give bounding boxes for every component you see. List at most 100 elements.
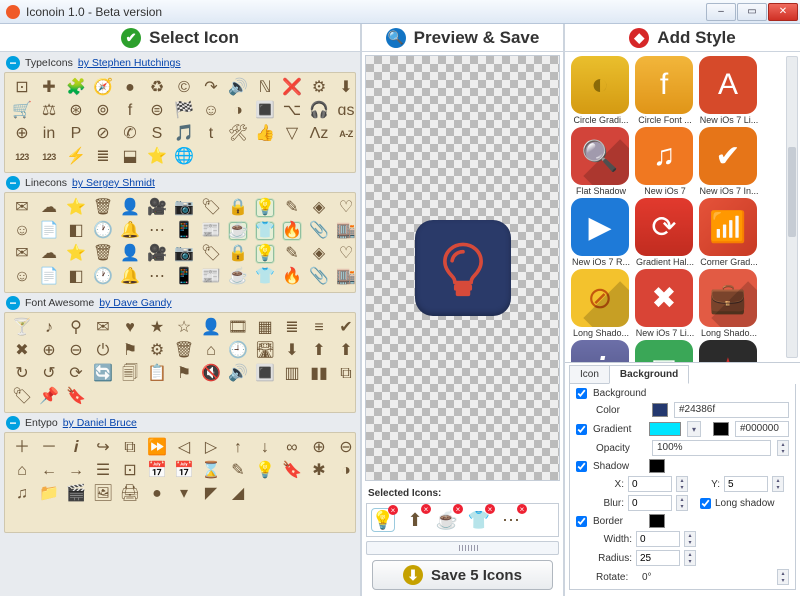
icon-item[interactable]: 🎥 <box>148 245 166 263</box>
shadow-swatch[interactable] <box>649 459 665 473</box>
icon-item[interactable] <box>310 148 328 166</box>
icon-item[interactable]: ☺ <box>13 222 31 240</box>
collapse-button[interactable]: − <box>6 176 20 190</box>
icon-item[interactable]: － <box>40 439 58 457</box>
selected-icon-bulb[interactable]: 💡× <box>371 508 395 532</box>
icon-item[interactable]: Λz <box>310 125 328 143</box>
icon-item[interactable] <box>202 508 220 526</box>
icon-item[interactable]: ⬇ <box>337 79 355 97</box>
tab-icon[interactable]: Icon <box>569 365 610 384</box>
icon-item[interactable] <box>256 388 274 406</box>
icon-item[interactable] <box>337 508 355 526</box>
long-shadow-checkbox[interactable] <box>700 498 711 509</box>
icon-item[interactable]: 📰 <box>202 268 220 286</box>
icon-item[interactable]: ℕ <box>256 79 274 97</box>
icon-item[interactable]: ⊖ <box>67 342 85 360</box>
icon-item[interactable]: 📄 <box>40 222 58 240</box>
style-preset[interactable]: ♫New iOs 7 <box>635 127 695 196</box>
icon-item[interactable] <box>229 388 247 406</box>
icon-item[interactable]: ✔ <box>337 319 355 337</box>
icon-item[interactable] <box>283 508 301 526</box>
style-preset[interactable]: ◐Circle Gradi... <box>571 56 631 125</box>
maximize-button[interactable]: ▭ <box>737 3 767 21</box>
border-checkbox[interactable] <box>576 516 587 527</box>
icon-item[interactable]: 📋 <box>148 365 166 383</box>
pack-author[interactable]: by Dave Gandy <box>99 297 171 309</box>
icon-item[interactable] <box>229 508 247 526</box>
icon-item[interactable]: 🖼 <box>94 485 112 503</box>
icon-item[interactable] <box>202 148 220 166</box>
icon-item[interactable] <box>256 148 274 166</box>
icon-item[interactable]: ◤ <box>202 485 220 503</box>
style-preset[interactable]: 💼Long Shado... <box>699 269 759 338</box>
icon-item[interactable]: 123 <box>13 148 31 166</box>
icon-item[interactable]: ⚙ <box>310 79 328 97</box>
remove-icon[interactable]: × <box>517 504 527 514</box>
icon-item[interactable] <box>148 388 166 406</box>
icon-item[interactable]: ✎ <box>283 199 301 217</box>
icon-item[interactable] <box>310 388 328 406</box>
icon-item[interactable]: ♻ <box>148 79 166 97</box>
icon-item[interactable]: ▮▮ <box>310 365 328 383</box>
icon-item[interactable]: 🔔 <box>121 268 139 286</box>
icon-item[interactable]: 📎 <box>310 268 328 286</box>
icon-item[interactable]: ≡ <box>310 319 328 337</box>
collapse-button[interactable]: − <box>6 296 20 310</box>
icon-item[interactable]: 🏬 <box>337 222 355 240</box>
icon-item[interactable]: 🔳 <box>256 102 274 120</box>
icon-item[interactable] <box>256 485 274 503</box>
shadow-y-spinner[interactable]: ▴▾ <box>772 476 784 492</box>
icon-item[interactable]: 123 <box>40 148 58 166</box>
pack-author[interactable]: by Stephen Hutchings <box>78 57 181 69</box>
icon-item[interactable]: 🏷 <box>202 199 220 217</box>
style-preset[interactable]: ✔New iOs 7 In... <box>699 127 759 196</box>
icon-item[interactable]: ⬆ <box>337 342 355 360</box>
icon-item[interactable]: ● <box>121 79 139 97</box>
icon-item[interactable]: 🎬 <box>67 485 85 503</box>
icon-item[interactable]: ⌂ <box>13 462 31 480</box>
icon-item[interactable]: ▽ <box>283 125 301 143</box>
icon-item[interactable]: 🏷 <box>202 245 220 263</box>
icon-item[interactable]: 🔔 <box>121 222 139 240</box>
selected-icon-shirt[interactable]: 👕× <box>467 508 491 532</box>
icon-item[interactable]: ⌛ <box>202 462 220 480</box>
icon-item[interactable]: ⊛ <box>67 102 85 120</box>
shadow-checkbox[interactable] <box>576 461 587 472</box>
icon-item[interactable]: 📅 <box>148 462 166 480</box>
icon-item[interactable]: ☺ <box>13 268 31 286</box>
icon-item[interactable]: ♥ <box>121 319 139 337</box>
close-button[interactable]: ✕ <box>768 3 798 21</box>
color-value[interactable]: #24386f <box>674 402 789 418</box>
icon-item[interactable]: P <box>67 125 85 143</box>
icon-item[interactable]: ▷ <box>202 439 220 457</box>
selected-icon-coffee[interactable]: ☕× <box>435 508 459 532</box>
icon-item[interactable]: 🏷 <box>13 388 31 406</box>
icon-item[interactable]: ⊕ <box>310 439 328 457</box>
icon-item[interactable]: ⟳ <box>67 365 85 383</box>
icon-item[interactable]: ✎ <box>229 462 247 480</box>
icon-item[interactable]: ⚑ <box>175 365 193 383</box>
icon-item[interactable]: ɑѕ <box>337 102 355 120</box>
icon-item[interactable]: → <box>67 462 85 480</box>
icon-item[interactable]: ⭐ <box>148 148 166 166</box>
icon-item[interactable]: 👤 <box>202 319 220 337</box>
icon-item[interactable]: ⭐ <box>67 199 85 217</box>
icon-item[interactable]: 🎵 <box>175 125 193 143</box>
pack-author[interactable]: by Daniel Bruce <box>63 417 137 429</box>
icon-item[interactable]: ⬓ <box>121 148 139 166</box>
icon-item[interactable]: ≣ <box>94 148 112 166</box>
icon-item[interactable]: ⧉ <box>121 439 139 457</box>
blur-input[interactable] <box>628 495 672 511</box>
icon-item[interactable]: 👕 <box>256 268 274 286</box>
icon-item[interactable] <box>337 148 355 166</box>
selected-icon-up-circle[interactable]: ⬆× <box>403 508 427 532</box>
icon-item[interactable]: 📌 <box>40 388 58 406</box>
icon-item[interactable] <box>121 388 139 406</box>
remove-icon[interactable]: × <box>388 505 398 515</box>
horizontal-scrollbar[interactable] <box>366 541 559 555</box>
style-preset[interactable]: ⟳Gradient Hal... <box>635 198 695 267</box>
icon-item[interactable]: ⚡ <box>67 148 85 166</box>
icon-item[interactable]: 🎧 <box>310 102 328 120</box>
icon-item[interactable] <box>121 508 139 526</box>
gradient-to-value[interactable]: #000000 <box>735 421 789 437</box>
